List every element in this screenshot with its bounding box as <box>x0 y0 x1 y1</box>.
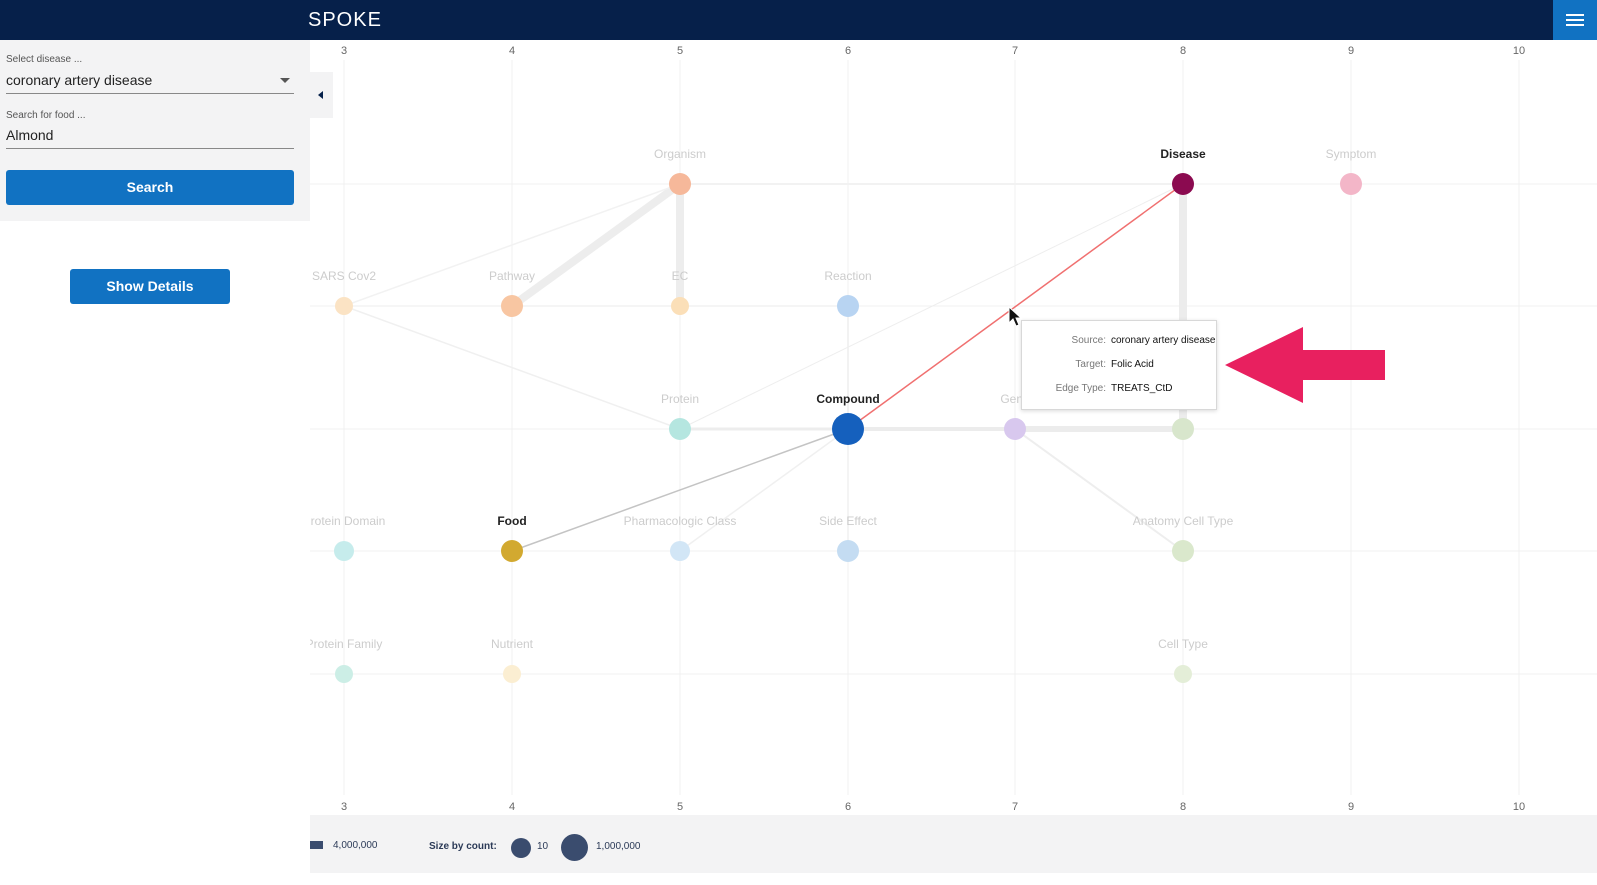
node-label-anatomy-cell-type: Anatomy Cell Type <box>1133 514 1234 528</box>
node-nutrient[interactable] <box>503 665 521 683</box>
node-pathway[interactable] <box>501 295 523 317</box>
size-small-label: 10 <box>537 841 549 852</box>
node-label-pharmacologic-class: Pharmacologic Class <box>624 514 737 528</box>
food-search-input[interactable]: Almond <box>6 127 294 149</box>
node-cell-type[interactable] <box>1174 665 1192 683</box>
tooltip-edge-type-key: Edge Type: <box>1055 383 1106 394</box>
edge-tooltip: Source: coronary artery disease Target: … <box>1021 320 1217 410</box>
tooltip-target-value: Folic Acid <box>1111 359 1154 370</box>
node-label-reaction: Reaction <box>824 269 871 283</box>
column-tick-top: 10 <box>1513 45 1525 57</box>
node-unlabeled[interactable] <box>1172 418 1194 440</box>
column-tick-bottom: 9 <box>1348 801 1354 813</box>
node-food[interactable] <box>501 540 523 562</box>
node-label-pathway: Pathway <box>489 269 535 283</box>
arrow-left-icon <box>1225 327 1385 403</box>
tooltip-source-key: Source: <box>1071 335 1106 346</box>
top-navigation-bar: SPOKE <box>0 0 1597 40</box>
food-search-label: Search for food ... <box>6 110 86 121</box>
node-gene[interactable] <box>1004 418 1026 440</box>
search-form: Select disease ... coronary artery disea… <box>0 40 310 221</box>
node-symptom[interactable] <box>1340 173 1362 195</box>
tooltip-edge-type-value: TREATS_CtD <box>1111 383 1173 394</box>
column-tick-top: 3 <box>341 45 347 57</box>
column-tick-bottom: 3 <box>341 801 347 813</box>
node-label-side-effect: Side Effect <box>819 514 877 528</box>
node-protein-domain[interactable] <box>334 541 354 561</box>
node-reaction[interactable] <box>837 295 859 317</box>
hamburger-menu-icon-bar <box>1566 24 1584 26</box>
graph-edge <box>509 180 683 310</box>
node-label-protein-domain: Protein Domain <box>303 514 386 528</box>
collapse-sidebar-button[interactable] <box>310 72 333 118</box>
node-protein[interactable] <box>669 418 691 440</box>
node-disease[interactable] <box>1172 173 1194 195</box>
column-tick-bottom: 8 <box>1180 801 1186 813</box>
disease-select[interactable]: coronary artery disease <box>6 72 294 94</box>
node-pharmacologic-class[interactable] <box>670 541 690 561</box>
menu-button[interactable] <box>1553 0 1597 40</box>
column-tick-top: 5 <box>677 45 683 57</box>
node-label-ec: EC <box>672 269 689 283</box>
node-label-compound: Compound <box>816 392 879 406</box>
node-label-cell-type: Cell Type <box>1158 637 1208 651</box>
column-ticks-top: 3 4 5 6 7 8 9 10 <box>341 45 1525 57</box>
size-large-label: 1,000,000 <box>596 841 641 852</box>
node-protein-family[interactable] <box>335 665 353 683</box>
spoke-logo: SPOKE <box>308 9 382 31</box>
column-tick-top: 8 <box>1180 45 1186 57</box>
node-label-protein: Protein <box>661 392 699 406</box>
hamburger-menu-icon <box>1566 14 1584 16</box>
search-button[interactable]: Search <box>6 170 294 205</box>
sidebar: Select disease ... coronary artery disea… <box>0 40 310 885</box>
node-label-food: Food <box>497 514 526 528</box>
caret-left-icon <box>318 91 323 99</box>
size-by-count-label: Size by count: <box>429 841 497 852</box>
tooltip-source-value: coronary artery disease <box>1111 335 1216 346</box>
edge-weight-swatch <box>310 841 323 849</box>
node-ec[interactable] <box>671 297 689 315</box>
size-large-circle <box>561 834 588 861</box>
graph-nodes: Organism Disease Symptom SARS Cov2 Pathway EC… <box>303 147 1377 683</box>
column-tick-top: 7 <box>1012 45 1018 57</box>
show-details-button[interactable]: Show Details <box>70 269 230 304</box>
node-label-organism: Organism <box>654 147 706 161</box>
node-organism[interactable] <box>669 173 691 195</box>
node-label-protein-family: Protein Family <box>306 637 383 651</box>
node-sars-cov2[interactable] <box>335 297 353 315</box>
caret-down-icon[interactable] <box>280 78 290 83</box>
column-tick-bottom: 10 <box>1513 801 1525 813</box>
legend: 4,000,000 Size by count: 10 1,000,000 <box>310 815 1597 873</box>
size-small-circle <box>511 838 531 858</box>
column-tick-bottom: 6 <box>845 801 851 813</box>
column-tick-top: 6 <box>845 45 851 57</box>
column-tick-top: 9 <box>1348 45 1354 57</box>
column-tick-bottom: 4 <box>509 801 515 813</box>
node-side-effect[interactable] <box>837 540 859 562</box>
hamburger-menu-icon-bar <box>1566 19 1584 21</box>
graph-edge <box>1014 428 1184 552</box>
column-ticks-bottom: 3 4 5 6 7 8 9 10 <box>341 801 1525 813</box>
node-compound[interactable] <box>832 413 864 445</box>
node-label-nutrient: Nutrient <box>491 637 534 651</box>
node-label-sars-cov2: SARS Cov2 <box>312 269 376 283</box>
column-tick-top: 4 <box>509 45 515 57</box>
node-anatomy-cell-type[interactable] <box>1172 540 1194 562</box>
graph-edge <box>679 428 849 552</box>
disease-select-label: Select disease ... <box>6 54 83 65</box>
edge-weight-label: 4,000,000 <box>333 840 378 851</box>
column-tick-bottom: 7 <box>1012 801 1018 813</box>
tooltip-target-key: Target: <box>1075 359 1106 370</box>
node-label-disease: Disease <box>1160 147 1206 161</box>
node-label-symptom: Symptom <box>1326 147 1377 161</box>
mouse-pointer-icon <box>1008 306 1023 327</box>
column-tick-bottom: 5 <box>677 801 683 813</box>
